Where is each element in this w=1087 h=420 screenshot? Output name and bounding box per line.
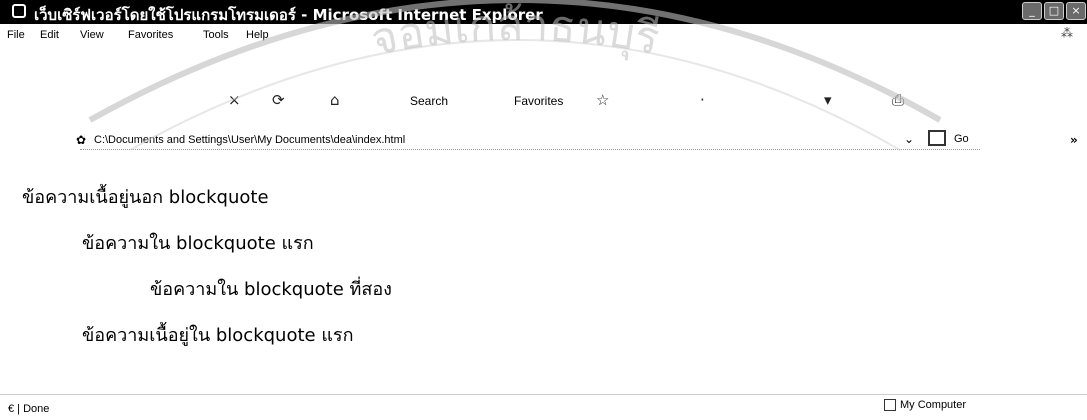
search-button[interactable]: Search [410, 94, 448, 108]
mail-dropdown-icon[interactable]: ▾ [824, 91, 832, 109]
status-zone-text: My Computer [900, 399, 967, 411]
menu-file[interactable]: File [7, 29, 25, 41]
computer-icon [884, 399, 896, 412]
favorites-button[interactable]: Favorites [514, 94, 563, 108]
status-bar: € | Done My Computer [0, 394, 1087, 417]
first-blockquote-after-text: ข้อความเนื้อยู่ใน blockquote แรก [82, 325, 354, 346]
home-icon[interactable]: ⌂ [330, 91, 340, 109]
go-arrow-icon [928, 130, 946, 146]
address-underline [80, 149, 980, 150]
menu-edit[interactable]: Edit [40, 29, 59, 41]
address-dropdown-icon[interactable]: ⌄ [904, 132, 914, 146]
menu-tools[interactable]: Tools [203, 29, 229, 41]
menu-help[interactable]: Help [246, 29, 269, 41]
status-done-text: Done [23, 403, 50, 415]
menu-view[interactable]: View [80, 29, 104, 41]
minimize-button[interactable]: _ [1022, 2, 1042, 20]
links-chevron-icon[interactable]: » [1070, 133, 1078, 147]
toolbar: × ⟳ ⌂ Search Favorites ☆ · ▾ ⎙ [0, 86, 1087, 116]
outside-blockquote-text: ข้อความเนื้อยู่นอก blockquote [22, 187, 269, 208]
history-icon[interactable]: · [700, 91, 705, 109]
close-button[interactable]: × [1066, 2, 1086, 20]
menu-favorites[interactable]: Favorites [128, 29, 173, 41]
ie-window-icon [12, 4, 26, 18]
menu-bar: File Edit View Favorites Tools Help ⁂ [0, 24, 1087, 46]
second-blockquote-text: ข้อความใน blockquote ที่สอง [150, 279, 392, 300]
media-icon[interactable]: ☆ [596, 91, 609, 109]
windows-logo-icon: ⁂ [1061, 26, 1073, 40]
address-input[interactable]: C:\Documents and Settings\User\My Docume… [94, 134, 405, 146]
address-bar: ✿ C:\Documents and Settings\User\My Docu… [0, 130, 1087, 152]
print-icon[interactable]: ⎙ [892, 91, 904, 109]
page-icon: ✿ [76, 133, 87, 147]
status-zone: My Computer [884, 399, 967, 412]
first-blockquote-text: ข้อความใน blockquote แรก [82, 233, 314, 254]
status-page-icon: € | [8, 403, 24, 415]
refresh-icon[interactable]: ⟳ [272, 91, 285, 109]
stop-icon[interactable]: × [228, 91, 241, 109]
maximize-button[interactable]: □ [1044, 2, 1064, 20]
title-bar: เว็บเซิร์ฟเวอร์โดยใช้โปรแกรมโทรมเดอร์ - … [0, 0, 1087, 24]
go-label: Go [954, 133, 969, 145]
status-done: € | Done [8, 403, 49, 415]
page-content: ข้อความเนื้อยู่นอก blockquote ข้อความใน … [0, 174, 1087, 388]
